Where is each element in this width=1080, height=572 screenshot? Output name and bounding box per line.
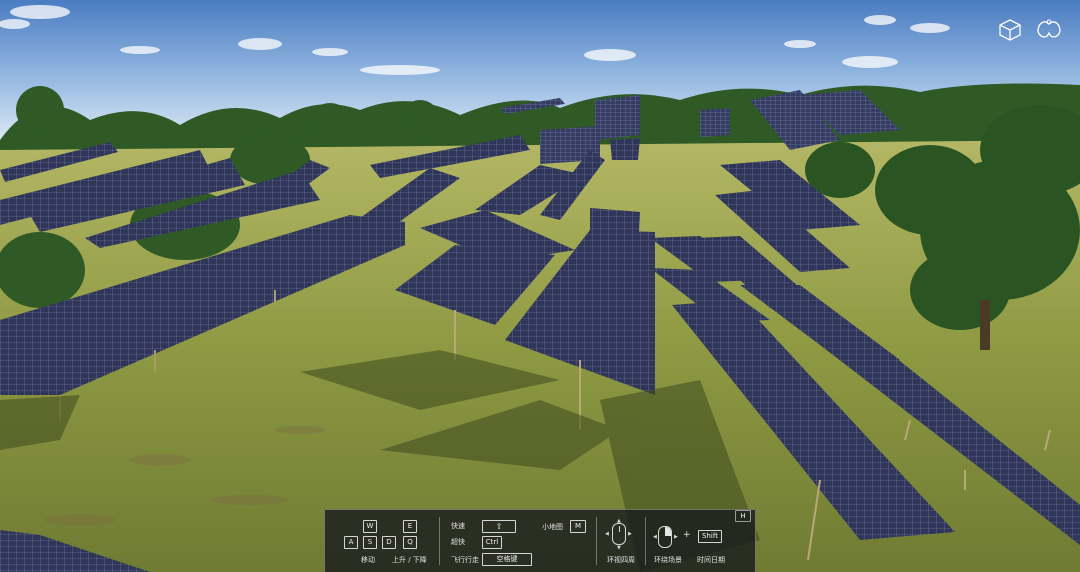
cube-icon[interactable] [997,18,1023,42]
arrow-right-icon: ▶ [628,531,632,537]
arrow-up-icon: ▲ [617,518,621,524]
key-s: S [363,536,377,549]
plus-sign: + [683,530,691,540]
superfast-label: 超快 [451,538,465,546]
divider [645,517,646,565]
key-w: W [363,520,377,533]
time-date-label: 时间日期 [697,556,725,564]
shift-arrow-key: ⇧ [482,520,516,533]
arrow-left-icon: ◀ [605,531,609,537]
mouse-icon [658,526,672,548]
key-e: E [403,520,417,533]
fast-label: 快速 [451,522,465,530]
key-a: A [344,536,358,549]
divider [596,517,597,565]
key-q: Q [403,536,417,549]
arrow-right-icon: ▶ [674,534,678,540]
move-label: 移动 [361,556,375,564]
shift-key: Shift [698,530,722,543]
divider [439,517,440,565]
orbit-label: 环绕场景 [654,556,682,564]
updown-label: 上升 / 下降 [392,556,427,564]
hide-hint-key[interactable]: H [735,510,751,522]
minimap-label: 小地图 [542,523,563,531]
angel-wings-icon[interactable] [1035,18,1063,42]
look-around-label: 环视四周 [607,556,635,564]
controls-hint-panel: H W E A S D Q 移动 上升 / 下降 快速 ⇧ 超快 Ctrl 飞行… [324,509,756,572]
key-d: D [382,536,396,549]
solar-farm-scene [0,0,1080,572]
space-key: 空格键 [482,553,532,566]
arrow-down-icon: ▼ [617,545,621,551]
m-key: M [570,520,586,533]
fly-label: 飞行行走 [451,556,479,564]
arrow-left-icon: ◀ [653,534,657,540]
ctrl-key: Ctrl [482,536,502,549]
mouse-icon [612,523,626,545]
